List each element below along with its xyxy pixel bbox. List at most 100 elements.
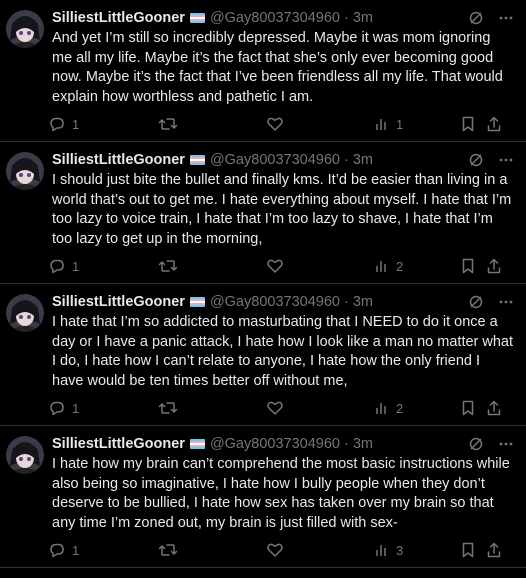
separator-dot: · [343, 152, 349, 168]
like-button[interactable] [266, 399, 374, 417]
display-name[interactable]: SilliestLittleGooner [52, 10, 185, 26]
reply-icon [48, 541, 66, 559]
user-handle[interactable]: @Gay80037304960 [210, 436, 340, 452]
separator-dot: · [343, 294, 349, 310]
share-icon [486, 399, 502, 417]
tweet[interactable]: SilliestLittleGooner @Gay80037304960 · 3… [0, 426, 526, 568]
views-button[interactable]: 2 [374, 258, 460, 274]
views-count: 2 [396, 258, 404, 274]
share-button[interactable] [486, 257, 506, 275]
timestamp[interactable]: 3m [353, 152, 373, 168]
bookmark-icon [460, 399, 476, 417]
reply-button[interactable]: 1 [48, 399, 158, 417]
display-name[interactable]: SilliestLittleGooner [52, 436, 185, 452]
reply-count: 1 [72, 542, 80, 558]
separator-dot: · [343, 436, 349, 452]
display-name[interactable]: SilliestLittleGooner [52, 152, 185, 168]
like-button[interactable] [266, 541, 374, 559]
views-button[interactable]: 1 [374, 116, 460, 132]
user-handle[interactable]: @Gay80037304960 [210, 294, 340, 310]
retweet-button[interactable] [158, 541, 266, 559]
bookmark-button[interactable] [460, 257, 486, 275]
views-button[interactable]: 3 [374, 542, 460, 558]
bookmark-icon [460, 541, 476, 559]
tweet-header: SilliestLittleGooner @Gay80037304960 · 3… [52, 8, 514, 28]
more-icon[interactable] [498, 10, 514, 26]
views-count: 1 [396, 116, 404, 132]
tweet[interactable]: SilliestLittleGooner @Gay80037304960 · 3… [0, 284, 526, 426]
retweet-icon [158, 541, 178, 559]
tweet-header: SilliestLittleGooner @Gay80037304960 · 3… [52, 434, 514, 454]
views-icon [374, 116, 390, 132]
tweet-text: And yet I’m still so incredibly depresse… [52, 30, 507, 105]
retweet-icon [158, 399, 178, 417]
like-icon [266, 257, 284, 275]
reply-button[interactable]: 1 [48, 115, 158, 133]
like-icon [266, 399, 284, 417]
timestamp[interactable]: 3m [353, 10, 373, 26]
bookmark-button[interactable] [460, 541, 486, 559]
bookmark-icon [460, 115, 476, 133]
like-button[interactable] [266, 115, 374, 133]
trans-flag-emoji [189, 297, 205, 307]
views-icon [374, 258, 390, 274]
views-count: 3 [396, 542, 404, 558]
reply-icon [48, 399, 66, 417]
grok-icon[interactable] [468, 436, 484, 452]
tweet-text: I hate how my brain can’t comprehend the… [52, 456, 514, 531]
grok-icon[interactable] [468, 152, 484, 168]
like-button[interactable] [266, 257, 374, 275]
bookmark-icon [460, 257, 476, 275]
tweet-header: SilliestLittleGooner @Gay80037304960 · 3… [52, 150, 514, 170]
timestamp[interactable]: 3m [353, 436, 373, 452]
tweet-actions: 1 1 [48, 114, 516, 134]
views-button[interactable]: 2 [374, 400, 460, 416]
grok-icon[interactable] [468, 294, 484, 310]
retweet-icon [158, 115, 178, 133]
reply-icon [48, 257, 66, 275]
timestamp[interactable]: 3m [353, 294, 373, 310]
avatar[interactable] [6, 436, 44, 474]
like-icon [266, 541, 284, 559]
display-name[interactable]: SilliestLittleGooner [52, 294, 185, 310]
views-icon [374, 400, 390, 416]
share-button[interactable] [486, 541, 506, 559]
retweet-icon [158, 257, 178, 275]
retweet-button[interactable] [158, 257, 266, 275]
share-icon [486, 115, 502, 133]
bookmark-button[interactable] [460, 399, 486, 417]
tweet-actions: 1 2 [48, 398, 516, 418]
reply-icon [48, 115, 66, 133]
views-icon [374, 542, 390, 558]
share-button[interactable] [486, 115, 506, 133]
avatar[interactable] [6, 10, 44, 48]
reply-count: 1 [72, 400, 80, 416]
reply-count: 1 [72, 258, 80, 274]
bookmark-button[interactable] [460, 115, 486, 133]
share-icon [486, 541, 502, 559]
retweet-button[interactable] [158, 399, 266, 417]
avatar[interactable] [6, 152, 44, 190]
tweet[interactable]: SilliestLittleGooner @Gay80037304960 · 3… [0, 0, 526, 142]
more-icon[interactable] [498, 152, 514, 168]
tweet-header: SilliestLittleGooner @Gay80037304960 · 3… [52, 292, 514, 312]
tweet-text: I hate that I’m so addicted to masturbat… [52, 314, 518, 389]
avatar[interactable] [6, 294, 44, 332]
user-handle[interactable]: @Gay80037304960 [210, 152, 340, 168]
reply-button[interactable]: 1 [48, 541, 158, 559]
more-icon[interactable] [498, 436, 514, 452]
reply-count: 1 [72, 116, 80, 132]
share-button[interactable] [486, 399, 506, 417]
tweet-actions: 1 2 [48, 256, 516, 276]
more-icon[interactable] [498, 294, 514, 310]
retweet-button[interactable] [158, 115, 266, 133]
user-handle[interactable]: @Gay80037304960 [210, 10, 340, 26]
tweet-text: I should just bite the bullet and finall… [52, 172, 516, 247]
views-count: 2 [396, 400, 404, 416]
trans-flag-emoji [189, 155, 205, 165]
separator-dot: · [343, 10, 349, 26]
grok-icon[interactable] [468, 10, 484, 26]
reply-button[interactable]: 1 [48, 257, 158, 275]
tweet[interactable]: SilliestLittleGooner @Gay80037304960 · 3… [0, 142, 526, 284]
trans-flag-emoji [189, 439, 205, 449]
